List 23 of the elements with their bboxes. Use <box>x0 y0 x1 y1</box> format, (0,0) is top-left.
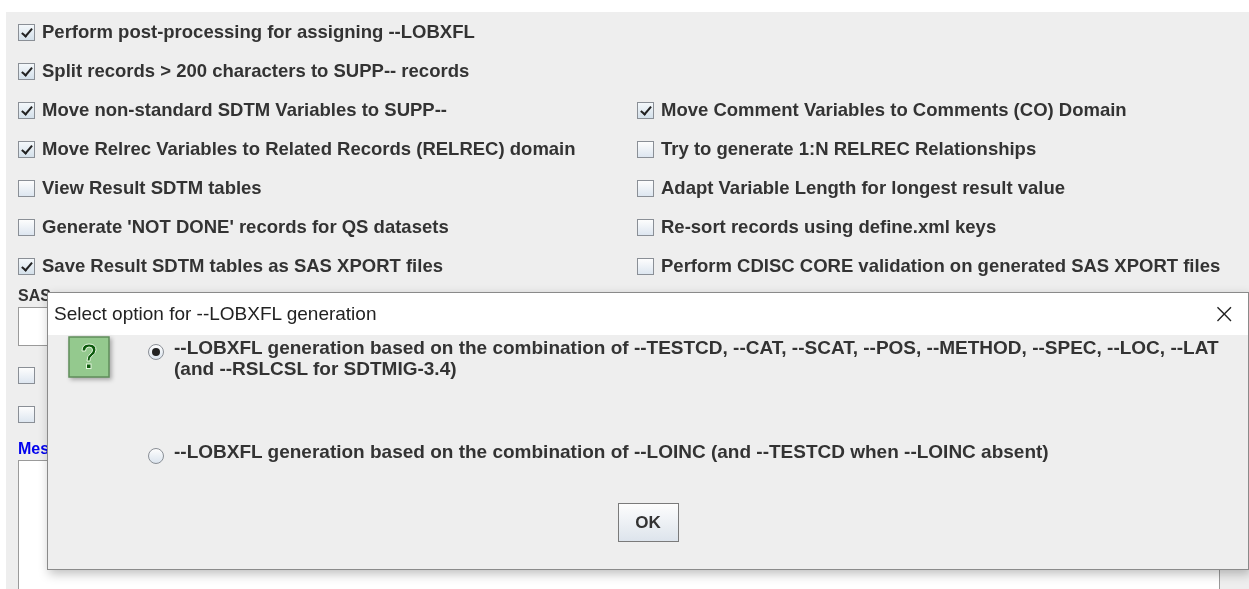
checkbox[interactable] <box>637 218 654 236</box>
checkbox[interactable] <box>637 140 654 158</box>
radio-option[interactable]: --LOBXFL generation based on the combination of --LOINC (and --TESTCD when --LOINC absent) <box>148 441 1234 464</box>
checkbox[interactable] <box>637 179 654 197</box>
checkbox[interactable] <box>18 101 35 119</box>
checkbox[interactable] <box>637 101 654 119</box>
question-icon <box>68 336 110 378</box>
checkbox[interactable] <box>18 62 35 80</box>
checkbox[interactable] <box>637 257 654 275</box>
checkbox[interactable] <box>18 23 35 41</box>
checkbox[interactable] <box>18 257 35 275</box>
messages-label: Mes <box>18 440 50 458</box>
checkbox[interactable] <box>18 406 35 423</box>
close-button[interactable]: × <box>1208 300 1240 328</box>
radio-label: --LOBXFL generation based on the combination of --LOINC (and --TESTCD when --LOINC absent) <box>174 441 1050 462</box>
radio-button[interactable] <box>148 448 164 464</box>
ok-button[interactable]: OK <box>617 503 679 542</box>
checkbox[interactable] <box>18 179 35 197</box>
dialog-title: Select option for --LOBXFL generation <box>54 303 377 325</box>
radio-button[interactable] <box>148 344 164 360</box>
checkbox[interactable] <box>18 218 35 236</box>
checkbox[interactable] <box>18 367 35 384</box>
checkbox[interactable] <box>18 140 35 158</box>
